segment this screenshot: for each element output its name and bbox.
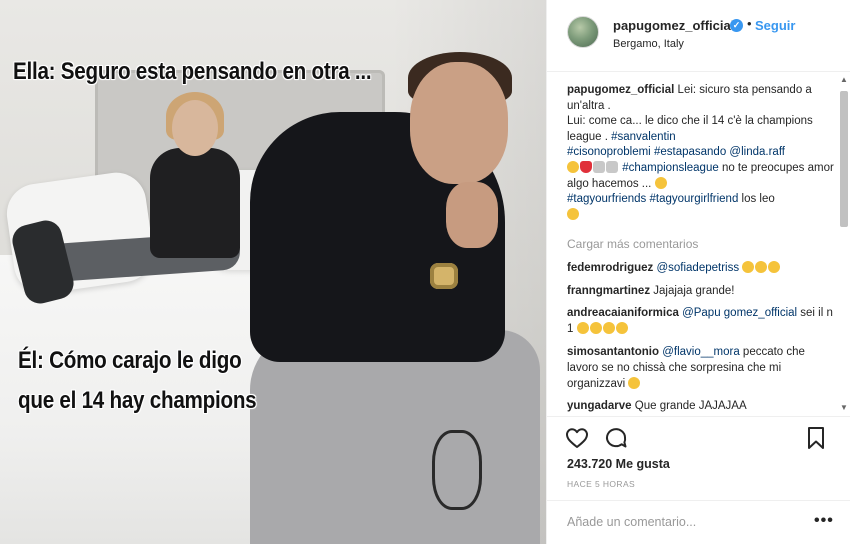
more-options-icon[interactable]: ••• <box>814 512 834 530</box>
comment-item: franngmartinez Jajajaja grande! <box>567 283 835 299</box>
hashtag-link[interactable]: #tagyourfriends <box>567 193 646 205</box>
cable <box>432 430 482 510</box>
heart-emoji-icon <box>580 160 592 173</box>
comment-item: fedemrodriguez @sofiadepetriss <box>567 260 835 276</box>
heart-eyes-emoji-icon <box>628 377 641 389</box>
follow-button[interactable]: Seguir <box>755 18 795 33</box>
scroll-up-arrow-icon[interactable]: ▲ <box>839 75 849 85</box>
crying-laughing-emoji-icon <box>602 322 615 334</box>
comments-scrollbar[interactable]: ▲ ▼ <box>839 75 849 413</box>
hashtag-link[interactable]: #sanvalentin <box>611 131 676 143</box>
post-photo[interactable]: Ella: Seguro esta pensando en otra ... É… <box>0 0 546 544</box>
man-legs <box>250 330 540 544</box>
hashtag-link[interactable]: #cisonoproblemi <box>567 146 651 158</box>
comment-item: yungadarve Que grande JAJAJAA <box>567 398 835 414</box>
scrollbar-thumb[interactable] <box>840 91 848 227</box>
avatar[interactable] <box>567 16 599 48</box>
comment-text: Jajajaja grande! <box>653 285 735 297</box>
comment-username[interactable]: fedemrodriguez <box>567 262 653 274</box>
caption-text: Lui: come ca... le dico che il 14 c'è la… <box>567 115 813 143</box>
crying-laughing-emoji-icon <box>567 160 579 173</box>
comment-icon[interactable] <box>604 426 628 450</box>
meme-caption-bottom-line1: Él: Cómo carajo le digo <box>18 347 242 374</box>
music-emoji-icon <box>606 160 618 173</box>
mention-link[interactable]: @sofiadepetriss <box>656 262 739 274</box>
comment-username[interactable]: andreacaianiformica <box>567 307 679 319</box>
person-emoji-icon <box>593 160 605 173</box>
load-more-comments-button[interactable]: Cargar más comentarios <box>567 237 698 251</box>
separator-dot: • <box>747 16 752 31</box>
comment-item: andreacaianiformica @Papu gomez_official… <box>567 305 835 337</box>
location-link[interactable]: Bergamo, Italy <box>613 38 684 50</box>
hashtag-link[interactable]: #tagyourgirlfriend <box>649 193 738 205</box>
scroll-down-arrow-icon[interactable]: ▼ <box>839 403 849 413</box>
mention-link[interactable]: @Papu gomez_official <box>682 307 797 319</box>
comments-list[interactable]: papugomez_official Lei: sicuro sta pensa… <box>547 73 850 415</box>
watch <box>430 263 458 289</box>
crying-laughing-emoji-icon <box>589 322 602 334</box>
add-comment-input[interactable] <box>567 513 807 531</box>
heart-icon[interactable] <box>565 426 589 450</box>
post-timestamp: HACE 5 HORAS <box>567 479 636 489</box>
comment-username[interactable]: franngmartinez <box>567 285 650 297</box>
laughing-emoji-icon <box>742 261 755 273</box>
man-hand <box>446 182 498 248</box>
likes-count[interactable]: 243.720 Me gusta <box>567 457 670 471</box>
caption-username[interactable]: papugomez_official <box>567 84 674 96</box>
header-username[interactable]: papugomez_official <box>613 18 734 33</box>
comment-username[interactable]: simosantantonio <box>567 346 659 358</box>
crying-laughing-emoji-icon <box>576 322 589 334</box>
post-actions: 243.720 Me gusta HACE 5 HORAS <box>547 416 850 500</box>
laughing-emoji-icon <box>768 261 781 273</box>
woman-head <box>172 100 218 156</box>
bookmark-icon[interactable] <box>805 426 827 450</box>
meme-caption-bottom-line2: que el 14 hay champions <box>18 387 257 414</box>
grimace-emoji-icon <box>654 176 667 189</box>
laughing-emoji-icon <box>755 261 768 273</box>
crying-laughing-emoji-icon <box>615 322 628 334</box>
add-comment-bar: ••• <box>547 500 850 544</box>
post-side-panel: papugomez_official ✓ • Seguir Bergamo, I… <box>546 0 850 544</box>
mention-link[interactable]: @flavio__mora <box>662 346 740 358</box>
comment-username[interactable]: yungadarve <box>567 400 632 412</box>
comment-item: simosantantonio @flavio__mora peccato ch… <box>567 344 835 392</box>
pointing-hand-emoji-icon <box>567 207 579 220</box>
hashtag-link[interactable]: #championsleague <box>622 162 719 174</box>
comment-text: Que grande JAJAJAA <box>634 400 747 412</box>
post-caption: papugomez_official Lei: sicuro sta pensa… <box>567 83 837 223</box>
meme-caption-top: Ella: Seguro esta pensando en otra ... <box>13 58 372 85</box>
caption-text: los leo <box>738 193 775 206</box>
woman-body <box>150 148 240 258</box>
mention-link[interactable]: @linda.raff <box>729 146 785 158</box>
man-head <box>410 62 508 184</box>
post-header: papugomez_official ✓ • Seguir Bergamo, I… <box>547 0 850 72</box>
hashtag-link[interactable]: #estapasando <box>654 146 726 158</box>
verified-badge-icon: ✓ <box>730 19 743 32</box>
